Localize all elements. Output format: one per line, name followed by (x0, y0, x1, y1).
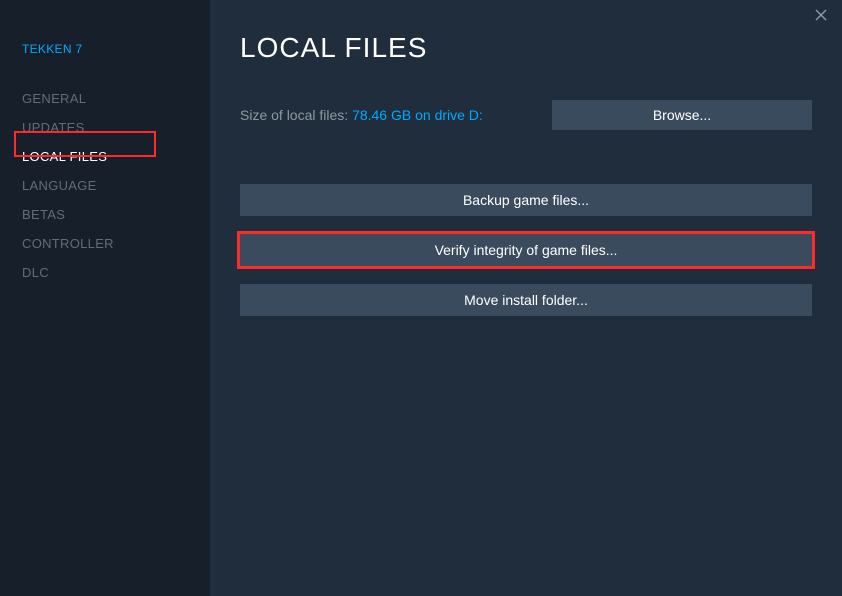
size-text: Size of local files: 78.46 GB on drive D… (240, 107, 483, 123)
page-title: LOCAL FILES (240, 32, 812, 64)
main-panel: LOCAL FILES Size of local files: 78.46 G… (210, 0, 842, 596)
close-button[interactable] (812, 6, 830, 24)
sidebar-item-updates[interactable]: UPDATES (22, 113, 210, 142)
backup-button[interactable]: Backup game files... (240, 184, 812, 216)
size-value: 78.46 GB on drive D: (352, 107, 483, 123)
sidebar-item-general[interactable]: GENERAL (22, 84, 210, 113)
sidebar-item-betas[interactable]: BETAS (22, 200, 210, 229)
sidebar: TEKKEN 7 GENERAL UPDATES LOCAL FILES LAN… (0, 0, 210, 596)
move-folder-button[interactable]: Move install folder... (240, 284, 812, 316)
verify-button[interactable]: Verify integrity of game files... (240, 234, 812, 266)
size-label: Size of local files: (240, 107, 352, 123)
close-icon (815, 9, 827, 21)
sidebar-item-local-files[interactable]: LOCAL FILES (22, 142, 210, 171)
browse-button[interactable]: Browse... (552, 100, 812, 130)
verify-button-label: Verify integrity of game files... (435, 242, 618, 258)
size-row: Size of local files: 78.46 GB on drive D… (240, 100, 812, 130)
game-title: TEKKEN 7 (22, 42, 210, 56)
sidebar-item-language[interactable]: LANGUAGE (22, 171, 210, 200)
sidebar-item-dlc[interactable]: DLC (22, 258, 210, 287)
actions: Backup game files... Verify integrity of… (240, 184, 812, 316)
sidebar-item-controller[interactable]: CONTROLLER (22, 229, 210, 258)
